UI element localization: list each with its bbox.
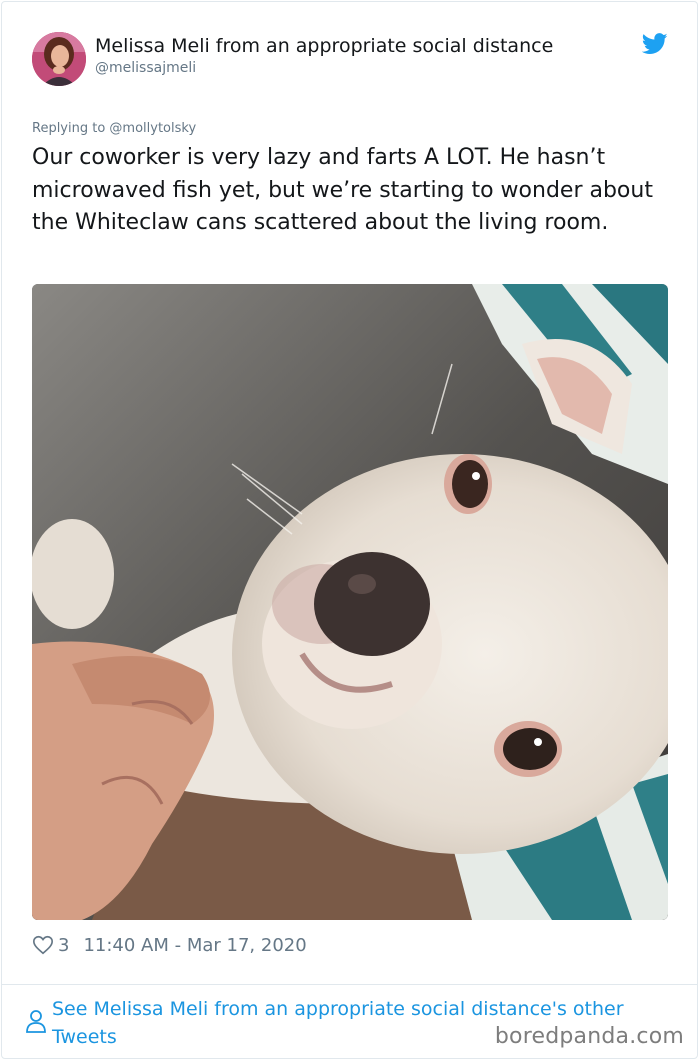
- watermark: boredpanda.com: [494, 1024, 684, 1049]
- avatar[interactable]: [32, 32, 86, 86]
- tweet-text: Our coworker is very lazy and farts A LO…: [32, 145, 653, 235]
- twitter-bird-icon[interactable]: [641, 32, 668, 56]
- footer-divider: [2, 984, 697, 985]
- avatar-image: [32, 32, 86, 86]
- replying-to[interactable]: Replying to @mollytolsky: [32, 120, 196, 138]
- tweet-photo[interactable]: [32, 284, 668, 920]
- tweet-meta: 3 11:40 AM - Mar 17, 2020: [32, 932, 307, 958]
- heart-outline-icon[interactable]: [32, 934, 54, 956]
- tweet-header: Melissa Meli from an appropriate social …: [32, 32, 672, 88]
- person-outline-icon: [26, 1010, 46, 1033]
- photo-image: [32, 284, 668, 920]
- like-count[interactable]: 3: [58, 935, 69, 956]
- tweet-timestamp[interactable]: 11:40 AM - Mar 17, 2020: [83, 935, 306, 956]
- author-display-name[interactable]: Melissa Meli from an appropriate social …: [95, 34, 553, 58]
- author-handle[interactable]: @melissajmeli: [95, 59, 196, 77]
